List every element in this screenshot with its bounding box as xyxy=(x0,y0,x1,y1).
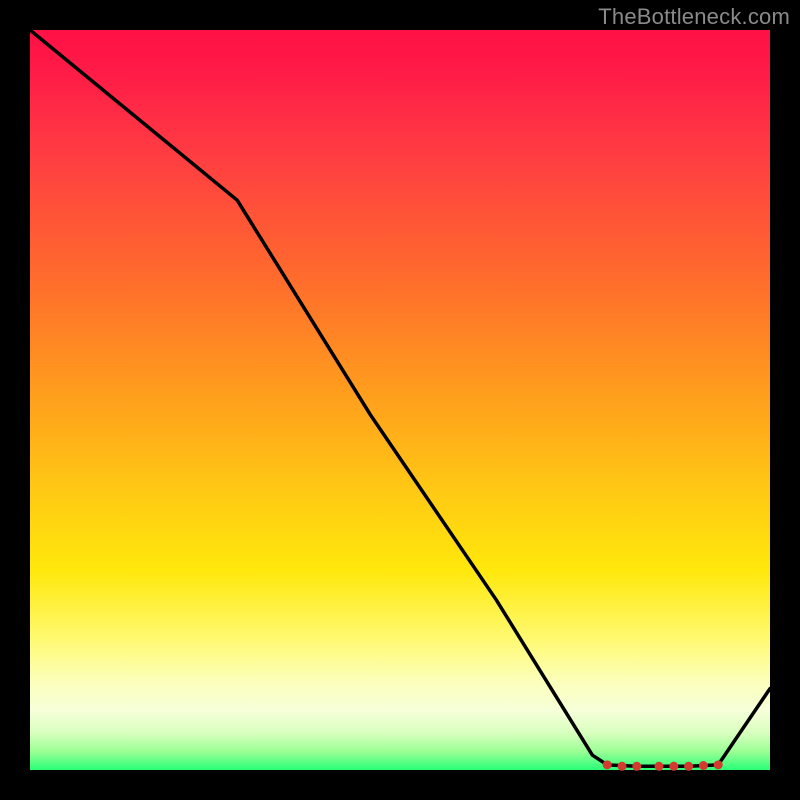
marker-dot xyxy=(603,760,612,769)
chart-svg xyxy=(30,30,770,770)
marker-dot xyxy=(618,762,627,771)
flat-segment-dots xyxy=(603,760,723,770)
marker-dot xyxy=(714,760,723,769)
marker-dot xyxy=(669,762,678,771)
marker-dot xyxy=(699,761,708,770)
chart-frame: TheBottleneck.com xyxy=(0,0,800,800)
attribution-text: TheBottleneck.com xyxy=(598,4,790,30)
marker-dot xyxy=(684,762,693,771)
marker-dot xyxy=(655,762,664,771)
marker-dot xyxy=(632,762,641,771)
bottleneck-curve xyxy=(30,30,770,766)
plot-area xyxy=(30,30,770,770)
